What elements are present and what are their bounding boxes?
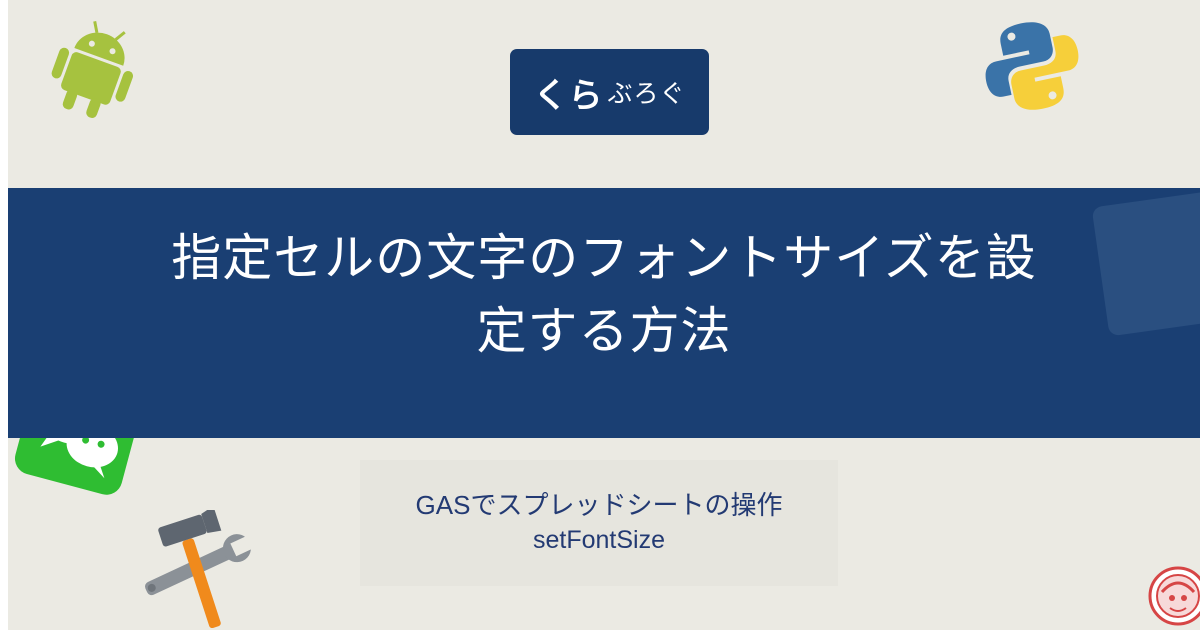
thumbnail-page: くら ぶろぐ 指定セルの文字のフォントサイズを設 定する方法 GASでスプレッド…	[0, 0, 1200, 630]
logo-text-bold: くら	[533, 75, 604, 116]
subtitle-line-1: GASでスプレッドシートの操作	[415, 490, 783, 520]
canvas: くら ぶろぐ 指定セルの文字のフォントサイズを設 定する方法 GASでスプレッド…	[8, 0, 1200, 630]
page-title: 指定セルの文字のフォントサイズを設 定する方法	[8, 222, 1200, 368]
title-line-2: 定する方法	[476, 302, 732, 360]
subtitle-box: GASでスプレッドシートの操作 setFontSize	[360, 460, 838, 586]
python-icon	[985, 22, 1079, 110]
avatar-icon	[1148, 566, 1200, 626]
logo-text-light: ぶろぐ	[607, 79, 686, 108]
tools-icon	[144, 510, 257, 628]
title-band: 指定セルの文字のフォントサイズを設 定する方法	[8, 188, 1200, 438]
subtitle-line-2: setFontSize	[532, 526, 665, 554]
site-logo[interactable]: くら ぶろぐ	[510, 49, 709, 135]
android-icon	[51, 21, 134, 118]
title-line-1: 指定セルの文字のフォントサイズを設	[171, 229, 1037, 287]
